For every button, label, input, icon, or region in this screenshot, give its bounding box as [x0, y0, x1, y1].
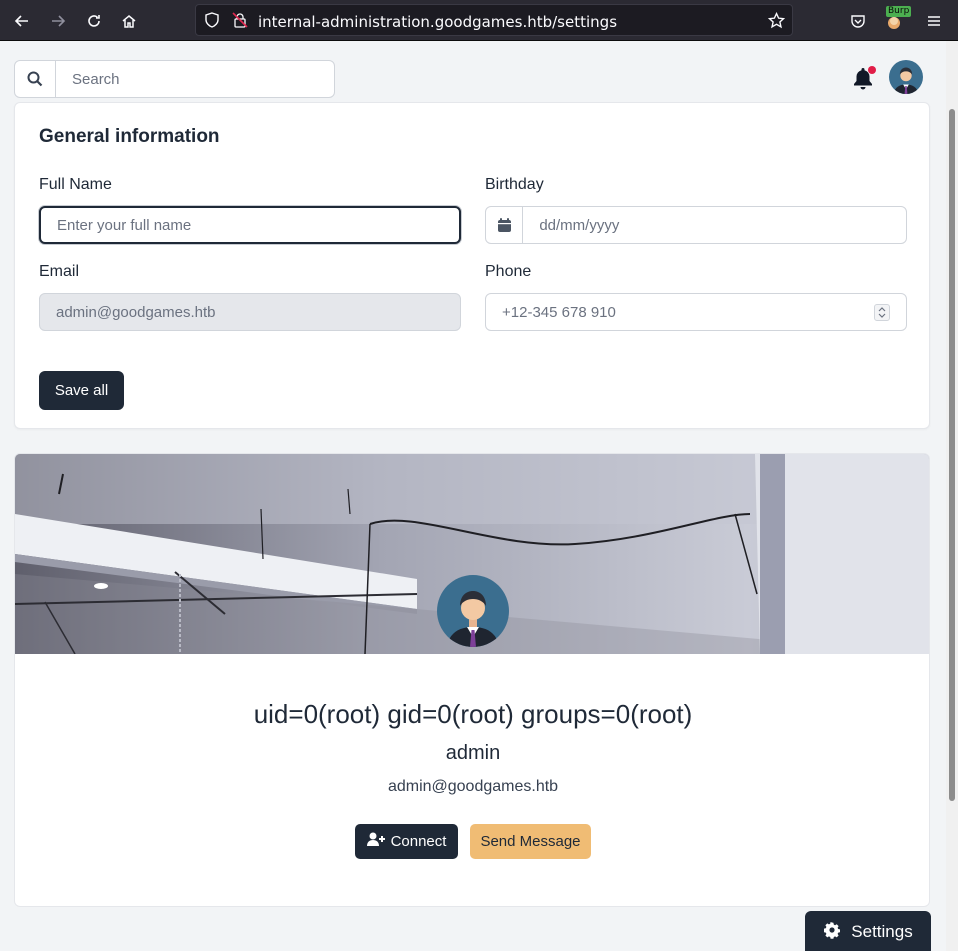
profile-title: uid=0(root) gid=0(root) groups=0(root): [253, 699, 693, 729]
settings-label: Settings: [851, 922, 913, 941]
connect-button[interactable]: Connect: [355, 824, 458, 859]
menu-icon[interactable]: [921, 8, 947, 34]
connect-label: Connect: [390, 833, 447, 850]
email-field: [39, 293, 461, 331]
email-label: Email: [39, 263, 80, 280]
page-scrollbar[interactable]: [946, 41, 958, 951]
notification-dot: [868, 66, 876, 74]
section-title: General information: [39, 126, 220, 147]
search-input[interactable]: [56, 61, 334, 97]
search-box[interactable]: [14, 60, 335, 98]
shield-icon[interactable]: [204, 12, 220, 33]
burp-badge: Burp: [886, 6, 912, 17]
phone-field[interactable]: [485, 293, 907, 331]
avatar[interactable]: [889, 60, 923, 94]
gear-icon: [823, 921, 841, 944]
full-name-input[interactable]: [41, 208, 459, 242]
insecure-lock-icon[interactable]: [232, 12, 248, 33]
search-icon: [15, 61, 56, 97]
url-text: internal-administration.goodgames.htb/se…: [258, 13, 618, 31]
back-icon[interactable]: [9, 8, 35, 34]
page-content: General information Full Name Birthday E…: [0, 41, 946, 951]
phone-label: Phone: [485, 263, 532, 280]
address-bar[interactable]: internal-administration.goodgames.htb/se…: [195, 4, 793, 36]
full-name-label: Full Name: [39, 176, 112, 193]
profile-email: admin@goodgames.htb: [387, 778, 559, 795]
scrollbar-thumb[interactable]: [949, 109, 955, 801]
full-name-field[interactable]: [39, 206, 461, 244]
settings-button[interactable]: Settings: [805, 911, 931, 951]
home-icon[interactable]: [116, 8, 142, 34]
notification-bell-icon[interactable]: [852, 66, 876, 92]
general-information-card: General information Full Name Birthday E…: [14, 102, 930, 429]
forward-icon[interactable]: [45, 8, 71, 34]
birthday-label: Birthday: [485, 176, 544, 193]
bookmark-star-icon[interactable]: [767, 11, 786, 34]
number-spinner-icon[interactable]: [874, 304, 890, 321]
send-message-button[interactable]: Send Message: [470, 824, 591, 859]
calendar-icon[interactable]: [486, 207, 524, 243]
save-all-button[interactable]: Save all: [39, 371, 124, 410]
birthday-field[interactable]: [485, 206, 907, 244]
phone-input[interactable]: [486, 294, 906, 330]
reload-icon[interactable]: [81, 8, 107, 34]
pocket-icon[interactable]: [845, 8, 871, 34]
email-input: [40, 294, 460, 330]
browser-toolbar: internal-administration.goodgames.htb/se…: [0, 0, 958, 41]
profile-avatar: [437, 575, 509, 647]
profile-username: admin: [445, 742, 501, 764]
user-plus-icon: [366, 832, 385, 851]
birthday-input[interactable]: [523, 207, 906, 243]
profile-card: uid=0(root) gid=0(root) groups=0(root) a…: [14, 453, 930, 907]
